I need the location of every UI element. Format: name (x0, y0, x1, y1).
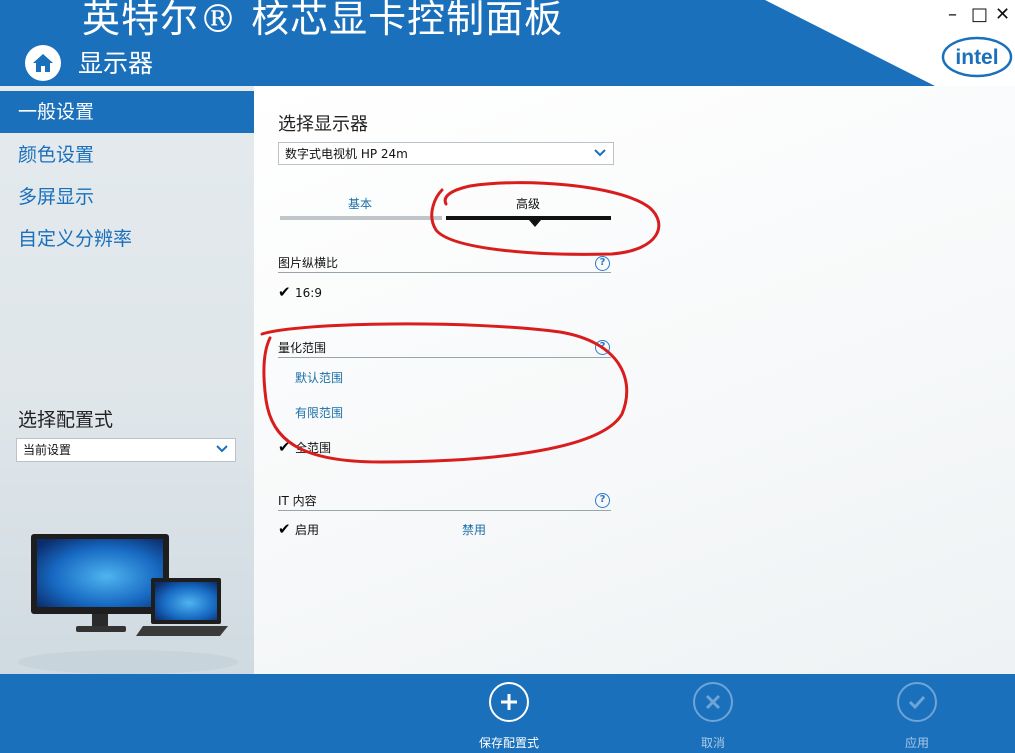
apply-label: 应用 (904, 736, 929, 750)
apply-button[interactable]: 应用 (857, 682, 977, 750)
app-title: 英特尔® 核芯显卡控制面板 (82, 0, 564, 41)
window-corner: – □ ✕ intel (765, 0, 1015, 86)
aspect-title: 图片纵横比 (278, 256, 339, 270)
quant-option-limited[interactable]: 有限范围 (295, 405, 343, 421)
save-profile-label: 保存配置式 (478, 736, 539, 750)
main-panel: 选择显示器 数字式电视机 HP 24m 基本 高级 图片纵横比 ? ✔ 16:9… (254, 86, 1015, 674)
maximize-button[interactable]: □ (971, 6, 988, 24)
quant-divider (278, 357, 611, 358)
tab-pointer-icon (529, 220, 541, 227)
close-icon (705, 694, 721, 710)
section-title: 显示器 (78, 49, 154, 78)
tab-basic-underline (280, 216, 442, 220)
sidebar: 一般设置 颜色设置 多屏显示 自定义分辨率 选择配置式 当前设置 (0, 86, 254, 674)
chevron-down-icon (216, 445, 228, 453)
profile-select[interactable]: 当前设置 (16, 438, 236, 462)
save-profile-button[interactable]: 保存配置式 (449, 682, 569, 750)
cancel-label: 取消 (700, 736, 725, 750)
minimize-button[interactable]: – (948, 6, 957, 24)
aspect-divider (278, 272, 611, 273)
sidebar-item-color[interactable]: 颜色设置 (0, 134, 254, 176)
sidebar-item-custom-resolution[interactable]: 自定义分辨率 (0, 218, 254, 260)
tab-advanced[interactable]: 高级 (516, 196, 540, 212)
it-content-help-icon[interactable]: ? (595, 493, 610, 508)
sidebar-item-general[interactable]: 一般设置 (0, 91, 254, 133)
plus-circle (489, 682, 529, 722)
check-icon: ✔ (278, 520, 291, 538)
quant-option-default[interactable]: 默认范围 (295, 370, 343, 386)
intel-logo-text: intel (955, 46, 998, 69)
close-button[interactable]: ✕ (995, 6, 1010, 24)
it-content-disable[interactable]: 禁用 (462, 522, 486, 538)
it-content-divider (278, 510, 611, 511)
it-content-title: IT 内容 (278, 494, 317, 508)
chevron-down-icon (594, 149, 606, 157)
monitor-laptop-icon (18, 534, 238, 674)
it-content-enable[interactable]: 启用 (295, 522, 319, 538)
profile-label: 选择配置式 (18, 409, 114, 431)
select-display-label: 选择显示器 (278, 114, 368, 135)
plus-icon (501, 694, 517, 710)
quant-option-full[interactable]: 全范围 (295, 440, 331, 456)
check-icon: ✔ (278, 283, 291, 301)
intel-logo-icon: intel (941, 36, 1013, 78)
aspect-option[interactable]: 16:9 (295, 285, 322, 301)
title-bar: 英特尔® 核芯显卡控制面板 显示器 – □ ✕ intel (0, 0, 1015, 86)
profile-select-value: 当前设置 (23, 443, 72, 457)
cancel-button[interactable]: 取消 (653, 682, 773, 750)
home-icon (33, 54, 53, 72)
apply-circle (897, 682, 937, 722)
home-button[interactable] (25, 45, 61, 81)
display-select-value: 数字式电视机 HP 24m (285, 147, 408, 161)
quant-title: 量化范围 (278, 341, 327, 355)
check-icon: ✔ (278, 438, 291, 456)
display-select[interactable]: 数字式电视机 HP 24m (278, 142, 614, 165)
quant-help-icon[interactable]: ? (595, 340, 610, 355)
footer-bar: 保存配置式 取消 应用 (0, 674, 1015, 753)
cancel-circle (693, 682, 733, 722)
tab-basic[interactable]: 基本 (348, 196, 372, 212)
checkmark-icon (908, 695, 926, 710)
sidebar-item-multi-display[interactable]: 多屏显示 (0, 176, 254, 218)
aspect-help-icon[interactable]: ? (595, 256, 610, 271)
